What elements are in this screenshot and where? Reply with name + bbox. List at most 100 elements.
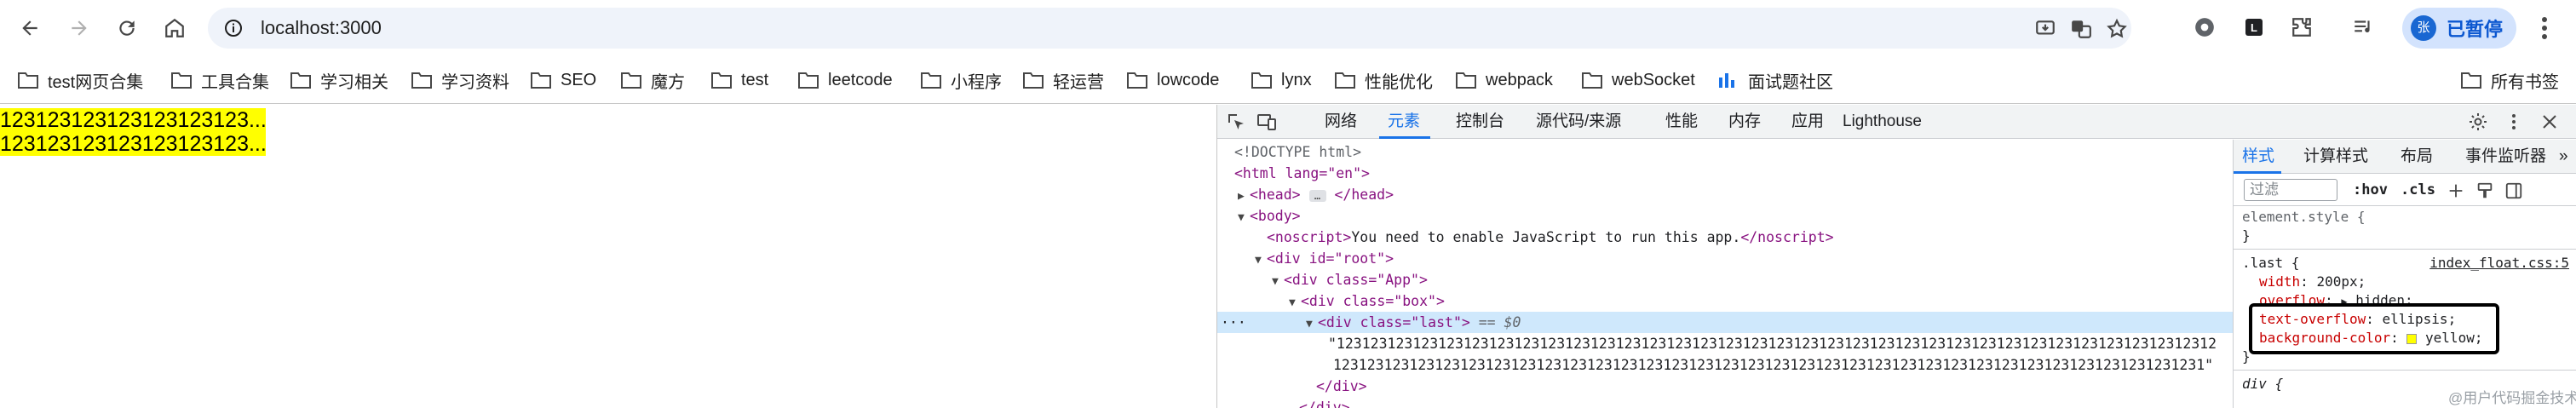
rule-selector-last[interactable]: .last { <box>2242 254 2299 273</box>
bookmark-folder[interactable]: 轻运营 <box>1022 68 1104 92</box>
tab-performance[interactable]: 性能 <box>1665 105 1698 139</box>
rule-divider <box>2234 249 2576 250</box>
tab-event-listeners[interactable]: 事件监听器 <box>2465 140 2546 174</box>
reload-button[interactable] <box>111 12 143 44</box>
dom-node-box[interactable]: ▼ <div class="box"> <box>1217 290 2233 312</box>
bookmark-folder[interactable]: test <box>710 68 768 92</box>
paint-brush-icon[interactable] <box>2475 181 2494 200</box>
hov-toggle[interactable]: :hov <box>2353 179 2388 201</box>
folder-icon <box>1023 72 1044 89</box>
more-tabs-chevron-icon[interactable]: » <box>2559 140 2568 174</box>
bookmark-label: 学习资料 <box>441 72 509 92</box>
tab-styles[interactable]: 样式 <box>2242 140 2274 174</box>
folder-icon <box>531 72 551 89</box>
bookmark-folder[interactable]: 魔方 <box>620 68 685 92</box>
bookmark-folder[interactable]: 学习资料 <box>411 68 509 92</box>
translate-icon[interactable] <box>2070 18 2092 40</box>
dom-node-body[interactable]: ▼ <body> <box>1217 205 2233 227</box>
collapse-triangle-icon[interactable]: ▼ <box>1289 292 1301 313</box>
dom-node-close[interactable]: </div> <box>1217 397 2233 408</box>
bookmark-folder[interactable]: webpack <box>1455 68 1553 92</box>
tab-console[interactable]: 控制台 <box>1456 105 1504 139</box>
tab-elements[interactable]: 元素 <box>1388 105 1420 139</box>
extensions-puzzle-icon[interactable] <box>2290 15 2314 39</box>
dom-node-close[interactable]: </div> <box>1217 376 2233 397</box>
dom-node-last-selected[interactable]: ··· ▼ <div class="last"> == $0 <box>1217 312 2233 333</box>
bookmark-label: 性能优化 <box>1365 72 1433 92</box>
tab-computed[interactable]: 计算样式 <box>2303 140 2368 174</box>
dom-node-head[interactable]: ▶ <head> … </head> <box>1217 184 2233 205</box>
arrow-left-icon <box>22 20 37 36</box>
more-menu-icon[interactable] <box>2540 15 2549 41</box>
extension-camera-icon[interactable] <box>2193 15 2217 39</box>
url-text[interactable]: localhost:3000 <box>261 8 382 49</box>
device-toolbar-icon[interactable] <box>1256 112 1277 132</box>
collapse-triangle-icon[interactable]: ▼ <box>1306 313 1318 335</box>
expand-triangle-icon[interactable]: ▶ <box>1238 186 1250 207</box>
dom-text-node[interactable]: 1231231231231231231231231231231231231231… <box>1217 354 2233 376</box>
rule-source-link[interactable]: index_float.css:5 <box>2429 254 2569 273</box>
truncated-text-line: 123123123123123123123... <box>0 108 266 132</box>
cls-toggle[interactable]: .cls <box>2401 179 2435 201</box>
bookmark-folder[interactable]: lynx <box>1251 68 1312 92</box>
tab-layout[interactable]: 布局 <box>2401 140 2433 174</box>
bookmark-folder[interactable]: webSocket <box>1581 68 1695 92</box>
bookmark-star-icon[interactable] <box>2106 18 2128 40</box>
all-bookmarks-folder[interactable]: 所有书签 <box>2460 68 2559 92</box>
devtools-tab-bar: 网络 元素 控制台 源代码/来源 性能 内存 应用 Lighthouse <box>1217 105 2576 139</box>
bookmark-link[interactable]: 面试题社区 <box>1717 68 1833 92</box>
row-menu-dots-icon[interactable]: ··· <box>1221 312 1306 333</box>
toggle-sidebar-icon[interactable] <box>2504 181 2523 200</box>
folder-icon <box>2461 72 2481 89</box>
tab-application[interactable]: 应用 <box>1791 105 1824 139</box>
browser-toolbar: localhost:3000 L 张 已暂停 <box>0 0 2576 56</box>
settings-gear-icon[interactable] <box>2468 112 2488 132</box>
bookmark-folder[interactable]: 学习相关 <box>290 68 388 92</box>
back-button[interactable] <box>14 12 46 44</box>
element-style-rule[interactable]: element.style { <box>2242 208 2366 227</box>
new-rule-plus-icon[interactable] <box>2447 181 2465 200</box>
address-bar[interactable]: localhost:3000 <box>208 8 2131 49</box>
rule-selector-div[interactable]: div { <box>2242 375 2283 394</box>
site-info-icon[interactable] <box>223 18 244 38</box>
dom-text-node[interactable]: "123123123123123123123123123123123123123… <box>1217 333 2233 354</box>
bookmark-folder[interactable]: leetcode <box>797 68 893 92</box>
collapse-triangle-icon[interactable]: ▼ <box>1255 250 1267 271</box>
tab-lighthouse[interactable]: Lighthouse <box>1843 105 1922 139</box>
home-button[interactable] <box>158 12 191 44</box>
folder-icon <box>711 72 732 89</box>
forward-button[interactable] <box>63 12 95 44</box>
collapse-triangle-icon[interactable]: ▼ <box>1272 271 1284 292</box>
profile-status: 已暂停 <box>2447 19 2504 40</box>
install-app-icon[interactable] <box>2034 18 2056 40</box>
styles-pane: 样式 计算样式 布局 事件监听器 » 过滤 :hov .cls element.… <box>2233 140 2576 408</box>
tab-network[interactable]: 网络 <box>1325 105 1357 139</box>
dom-node-doctype[interactable]: <!DOCTYPE html> <box>1217 141 2233 163</box>
close-icon[interactable] <box>2539 112 2560 132</box>
tab-sources[interactable]: 源代码/来源 <box>1536 105 1621 139</box>
folder-icon <box>921 72 941 89</box>
dom-node-app[interactable]: ▼ <div class="App"> <box>1217 269 2233 290</box>
css-property-width[interactable]: width: 200px; <box>2259 273 2366 291</box>
bookmark-folder[interactable]: lowcode <box>1126 68 1219 92</box>
folder-icon <box>1456 72 1476 89</box>
styles-filter-input[interactable]: 过滤 <box>2244 179 2337 201</box>
dom-node-noscript[interactable]: <noscript>You need to enable JavaScript … <box>1217 227 2233 248</box>
folder-icon <box>411 72 432 89</box>
bookmark-folder[interactable]: 小程序 <box>920 68 1002 92</box>
bookmark-folder[interactable]: test网页合集 <box>17 68 143 92</box>
media-control-icon[interactable] <box>2351 15 2375 39</box>
bookmark-label: test网页合集 <box>48 72 144 92</box>
dom-node-root[interactable]: ▼ <div id="root"> <box>1217 248 2233 269</box>
profile-button[interactable]: 张 已暂停 <box>2402 8 2516 49</box>
devtools-menu-icon[interactable] <box>2504 112 2524 132</box>
bookmark-folder[interactable]: 工具合集 <box>170 68 269 92</box>
bookmark-folder[interactable]: SEO <box>530 68 596 92</box>
tab-memory[interactable]: 内存 <box>1728 105 1761 139</box>
inspect-element-icon[interactable] <box>1226 112 1246 132</box>
extension-l-icon[interactable]: L <box>2242 15 2266 39</box>
collapse-triangle-icon[interactable]: ▼ <box>1238 207 1250 228</box>
dom-node-html[interactable]: <html lang="en"> <box>1217 163 2233 184</box>
collapsed-ellipsis-icon[interactable]: … <box>1308 189 1326 202</box>
bookmark-folder[interactable]: 性能优化 <box>1334 68 1433 92</box>
